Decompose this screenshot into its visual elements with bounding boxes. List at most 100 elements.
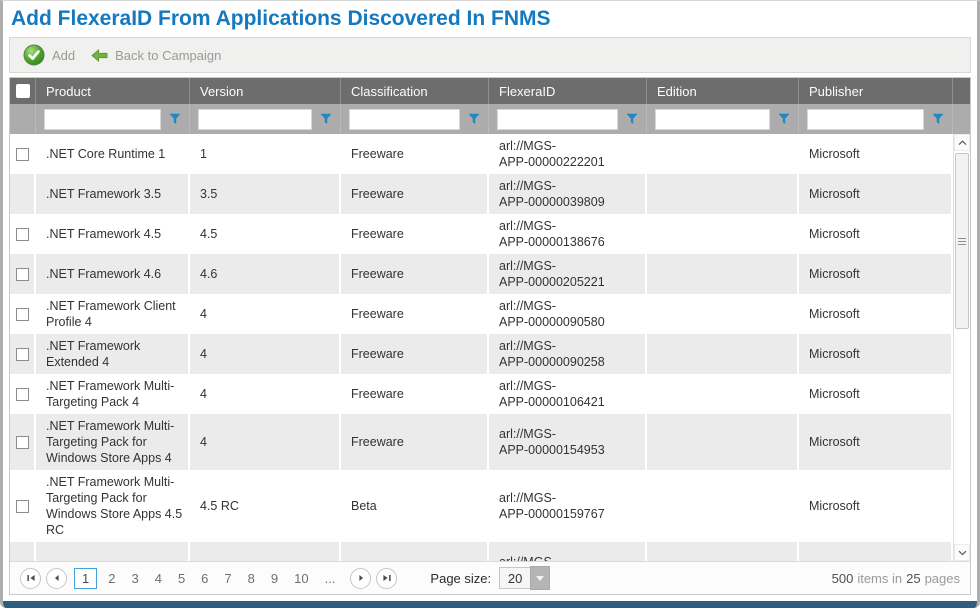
cell-edition <box>647 414 799 470</box>
page-title: Add FlexeraID From Applications Discover… <box>11 7 969 31</box>
table-row[interactable]: .NET Framework Multi-Targeting Pack for … <box>10 470 953 542</box>
cell-publisher: Microsoft <box>799 134 953 174</box>
row-checkbox[interactable] <box>16 148 29 161</box>
filter-funnel-button-version[interactable] <box>317 110 335 128</box>
filter-input-version[interactable] <box>198 109 312 130</box>
page-size-value[interactable]: 20 <box>499 567 530 589</box>
table-row[interactable]: arl://MGS- <box>10 542 953 561</box>
row-checkbox-cell <box>10 134 36 174</box>
cell-classification: Freeware <box>341 134 489 174</box>
column-header-version[interactable]: Version <box>190 78 341 104</box>
pager-page-1[interactable]: 1 <box>74 568 97 589</box>
pager-page-7[interactable]: 7 <box>216 569 239 588</box>
row-checkbox[interactable] <box>16 228 29 241</box>
pager-prev-button[interactable] <box>46 568 67 589</box>
cell-product: .NET Framework 4.6 <box>36 254 190 294</box>
row-checkbox[interactable] <box>16 308 29 321</box>
row-checkbox[interactable] <box>16 348 29 361</box>
pager-page-2[interactable]: 2 <box>100 569 123 588</box>
row-checkbox-cell <box>10 334 36 374</box>
table-row[interactable]: .NET Framework Multi-Targeting Pack 4 4 … <box>10 374 953 414</box>
pager-page-4[interactable]: 4 <box>147 569 170 588</box>
row-checkbox[interactable] <box>16 500 29 513</box>
pager-page-5[interactable]: 5 <box>170 569 193 588</box>
column-header-edition[interactable]: Edition <box>647 78 799 104</box>
cell-product: .NET Framework Multi-Targeting Pack for … <box>36 470 190 542</box>
pager-first-button[interactable] <box>20 568 41 589</box>
pager-last-button[interactable] <box>376 568 397 589</box>
back-to-campaign-button[interactable]: Back to Campaign <box>87 44 229 67</box>
filter-input-publisher[interactable] <box>807 109 924 130</box>
filter-funnel-button-product[interactable] <box>166 110 184 128</box>
cell-flexera-id: arl://MGS- <box>489 542 647 561</box>
table-row[interactable]: .NET Framework Multi-Targeting Pack for … <box>10 414 953 470</box>
filter-funnel-button-classification[interactable] <box>465 110 483 128</box>
cell-publisher: Microsoft <box>799 334 953 374</box>
table-row[interactable]: .NET Framework Client Profile 4 4 Freewa… <box>10 294 953 334</box>
filter-spacer-cell <box>10 104 36 134</box>
filter-input-edition[interactable] <box>655 109 770 130</box>
grid-filter-row <box>10 104 970 134</box>
cell-product: .NET Framework 3.5 <box>36 174 190 214</box>
cell-flexera-id: arl://MGS- APP-00000205221 <box>489 254 647 294</box>
table-row[interactable]: .NET Framework 4.5 4.5 Freeware arl://MG… <box>10 214 953 254</box>
cell-edition <box>647 254 799 294</box>
filter-input-product[interactable] <box>44 109 161 130</box>
column-header-product[interactable]: Product <box>36 78 190 104</box>
scrollbar-up-button[interactable] <box>954 134 970 151</box>
column-header-flexeraid[interactable]: FlexeraID <box>489 78 647 104</box>
filter-input-flexeraid[interactable] <box>497 109 618 130</box>
cell-flexera-id: arl://MGS- APP-00000039809 <box>489 174 647 214</box>
back-arrow-icon <box>91 49 108 62</box>
vertical-scrollbar[interactable] <box>953 134 970 561</box>
scrollbar-thumb[interactable] <box>955 153 969 329</box>
column-header-classification[interactable]: Classification <box>341 78 489 104</box>
filter-input-classification[interactable] <box>349 109 460 130</box>
cell-edition <box>647 374 799 414</box>
pager-page-9[interactable]: 9 <box>263 569 286 588</box>
cell-version: 4 <box>190 414 341 470</box>
filter-cell-version <box>190 104 341 134</box>
pager-page-3[interactable]: 3 <box>123 569 146 588</box>
row-checkbox-cell <box>10 374 36 414</box>
add-button[interactable]: Add <box>19 40 83 70</box>
row-checkbox[interactable] <box>16 268 29 281</box>
cell-flexera-id: arl://MGS- APP-00000154953 <box>489 414 647 470</box>
row-checkbox[interactable] <box>16 388 29 401</box>
filter-funnel-button-publisher[interactable] <box>929 110 947 128</box>
filter-funnel-button-edition[interactable] <box>775 110 793 128</box>
cell-edition <box>647 470 799 542</box>
cell-flexera-id: arl://MGS- APP-00000159767 <box>489 470 647 542</box>
page-size-label: Page size: <box>430 571 491 586</box>
page-size-dropdown-button[interactable] <box>530 566 550 590</box>
row-checkbox-cell <box>10 214 36 254</box>
row-checkbox-cell <box>10 174 36 214</box>
row-checkbox[interactable] <box>16 436 29 449</box>
table-row[interactable]: .NET Framework Extended 4 4 Freeware arl… <box>10 334 953 374</box>
cell-publisher: Microsoft <box>799 414 953 470</box>
column-header-publisher[interactable]: Publisher <box>799 78 953 104</box>
scrollbar-down-button[interactable] <box>954 544 970 561</box>
cell-flexera-id: arl://MGS- APP-00000138676 <box>489 214 647 254</box>
applications-grid: Product Version Classification FlexeraID… <box>9 77 971 595</box>
back-button-label: Back to Campaign <box>115 48 221 63</box>
pager-next-button[interactable] <box>350 568 371 589</box>
cell-version: 4.5 RC <box>190 470 341 542</box>
filter-funnel-button-flexeraid[interactable] <box>623 110 641 128</box>
cell-product: .NET Framework Client Profile 4 <box>36 294 190 334</box>
pager-page-8[interactable]: 8 <box>240 569 263 588</box>
cell-classification: Freeware <box>341 254 489 294</box>
table-row[interactable]: .NET Core Runtime 1 1 Freeware arl://MGS… <box>10 134 953 174</box>
add-button-label: Add <box>52 48 75 63</box>
filter-cell-edition <box>647 104 799 134</box>
table-row[interactable]: .NET Framework 3.5 3.5 Freeware arl://MG… <box>10 174 953 214</box>
cell-version: 1 <box>190 134 341 174</box>
select-all-checkbox[interactable] <box>16 84 30 98</box>
cell-version: 4.5 <box>190 214 341 254</box>
cell-version: 4 <box>190 334 341 374</box>
cell-version <box>190 542 341 561</box>
table-row[interactable]: .NET Framework 4.6 4.6 Freeware arl://MG… <box>10 254 953 294</box>
pager-page-6[interactable]: 6 <box>193 569 216 588</box>
cell-flexera-id: arl://MGS- APP-00000222201 <box>489 134 647 174</box>
pager-page-10[interactable]: 10 <box>286 569 316 588</box>
